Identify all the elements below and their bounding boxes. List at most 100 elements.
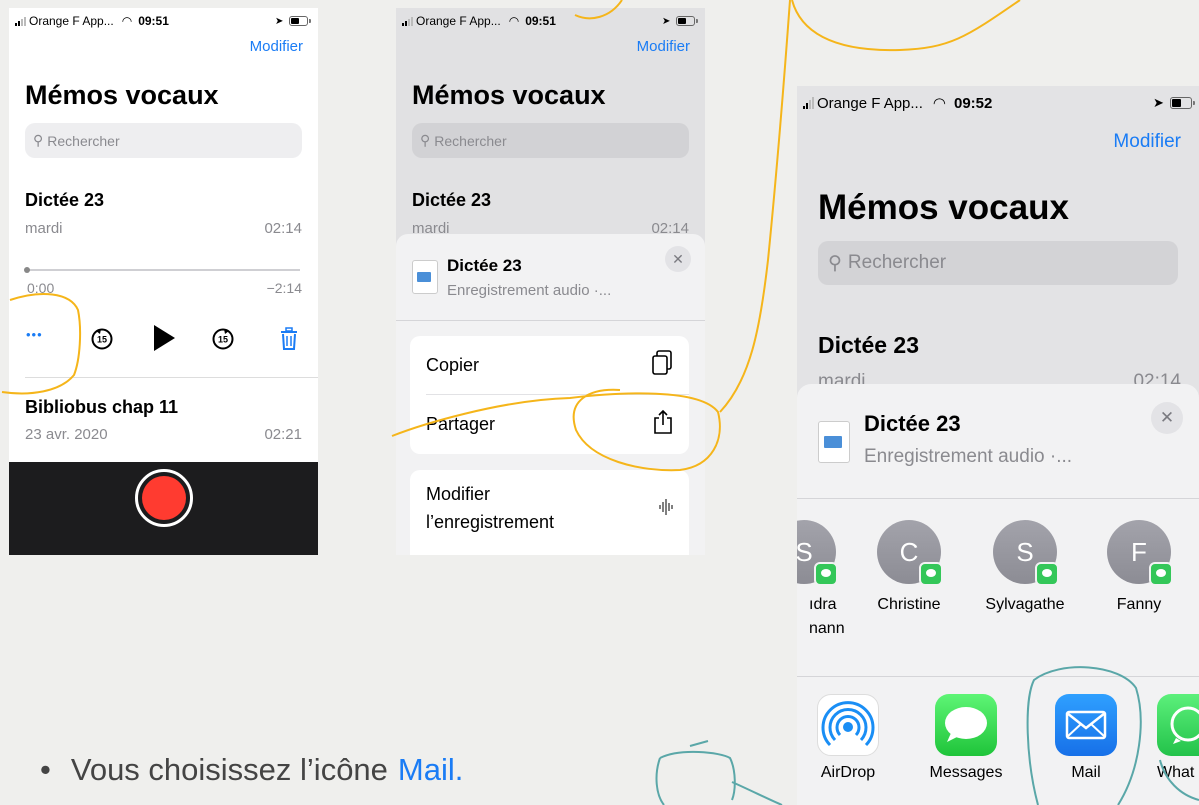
app-label: Mail [1071,764,1101,781]
copy-action[interactable]: Copier [410,336,689,394]
contact-name-line2: nann [809,620,845,637]
divider [25,377,318,378]
sheet-subtitle: Enregistrement audio ·... [447,282,612,299]
search-icon: ⚲ [33,132,44,148]
memo-date: 23 avr. 2020 [25,426,108,443]
app-whatsapp[interactable]: What [1157,694,1199,782]
memo-title[interactable]: Dictée 23 [25,190,104,211]
app-label: What [1157,764,1195,781]
copy-label: Copier [426,354,480,375]
contact-name: ıdra [809,596,837,613]
wifi-icon: ◠ [121,14,133,28]
page-title: Mémos vocaux [25,80,219,110]
memo-title: Dictée 23 [412,190,492,210]
svg-text:15: 15 [97,335,107,345]
caption: • Vous choisissez l’icône Mail. [40,752,463,788]
mail-icon [1055,694,1117,756]
close-button[interactable]: ✕ [1151,402,1183,434]
battery-icon [676,16,698,26]
memo-duration: 02:21 [264,426,302,443]
avatar: S [993,520,1059,586]
waveform-icon [659,499,673,520]
memo-date: mardi [25,220,63,237]
skip-forward-15-icon[interactable]: 15 [210,326,236,352]
screen-3: Orange F App... ◠ 09:52 ➤ Modifier Mémos… [797,86,1199,805]
search-icon: ⚲ [420,132,431,148]
avatar: C [877,520,943,586]
avatar: F [1107,520,1173,586]
screen-2: Orange F App... ◠ 09:51 ➤ Modifier Mémos… [396,8,705,555]
messages-icon [935,694,997,756]
search-placeholder: Rechercher [47,132,120,149]
messages-badge-icon [919,562,943,586]
wifi-icon: ◠ [932,95,946,112]
memo-title[interactable]: Bibliobus chap 11 [25,397,178,418]
contact-suggestion[interactable]: S ıdra nann [797,520,849,638]
svg-text:15: 15 [218,335,228,345]
playback-scrubber[interactable] [27,269,300,271]
share-sheet: Dictée 23 Enregistrement audio ·... ✕ S … [797,384,1199,805]
signal-icon [402,16,413,26]
contact-name: Christine [877,596,941,613]
app-label: AirDrop [820,764,876,781]
time-label: 09:51 [525,14,556,28]
contact-suggestion[interactable]: C Christine [864,520,954,614]
carrier-label: Orange F App... [817,94,923,112]
share-action[interactable]: Partager [410,395,689,453]
edit-recording-action[interactable]: Modifier l’enregistrement [410,470,689,555]
carrier-label: Orange F App... [416,14,501,28]
app-airdrop[interactable]: AirDrop [808,694,888,782]
caption-highlight: Mail. [397,752,464,787]
page-title: Mémos vocaux [412,80,606,110]
edit-button[interactable]: Modifier [1113,131,1181,153]
location-icon: ➤ [1153,95,1164,110]
scrubber-handle[interactable] [24,267,30,273]
search-input[interactable]: ⚲ Rechercher [412,123,689,158]
sheet-divider [797,498,1199,499]
remaining-time: −2:14 [266,280,302,296]
sheet-title: Dictée 23 [864,411,961,436]
search-placeholder: Rechercher [847,252,947,273]
skip-back-15-icon[interactable]: 15 [89,326,115,352]
action-group: Copier Partager [410,336,689,454]
contact-name: Sylvagathe [985,596,1065,613]
battery-icon [289,16,311,26]
location-icon: ➤ [662,15,671,27]
contact-suggestion[interactable]: F Fanny [1094,520,1184,614]
search-input[interactable]: ⚲ Rechercher [25,123,302,158]
whatsapp-icon [1157,694,1199,756]
signal-icon [15,16,26,26]
battery-icon [1170,97,1195,109]
memo-duration: 02:14 [264,220,302,237]
close-icon: ✕ [672,250,684,267]
app-messages[interactable]: Messages [923,694,1009,782]
record-dot-icon [142,476,186,520]
messages-badge-icon [1035,562,1059,586]
more-options-button[interactable]: ••• [26,327,43,342]
search-placeholder: Rechercher [434,132,507,149]
play-icon[interactable] [149,322,179,354]
share-icon [653,409,673,440]
edit-button[interactable]: Modifier [637,38,690,55]
record-panel [9,462,318,555]
page-title: Mémos vocaux [818,188,1069,227]
copy-icon [651,349,673,381]
caption-text: Vous choisissez l’icône [70,752,388,787]
time-label: 09:52 [954,94,993,112]
edit-button[interactable]: Modifier [250,38,303,55]
signal-icon [803,97,814,109]
messages-badge-icon [814,562,838,586]
trash-icon[interactable] [277,326,301,352]
contact-suggestion[interactable]: S Sylvagathe [975,520,1075,614]
file-audio-icon [818,421,850,463]
close-button[interactable]: ✕ [665,246,691,272]
edit-recording-label-1: Modifier [426,484,491,504]
app-mail[interactable]: Mail [1046,694,1126,782]
messages-badge-icon [1149,562,1173,586]
contact-name: Fanny [1116,596,1162,613]
search-input[interactable]: ⚲ Rechercher [818,241,1178,285]
location-icon: ➤ [275,15,284,27]
sheet-divider [396,320,705,321]
wifi-icon: ◠ [508,14,520,28]
record-button[interactable] [135,469,193,527]
